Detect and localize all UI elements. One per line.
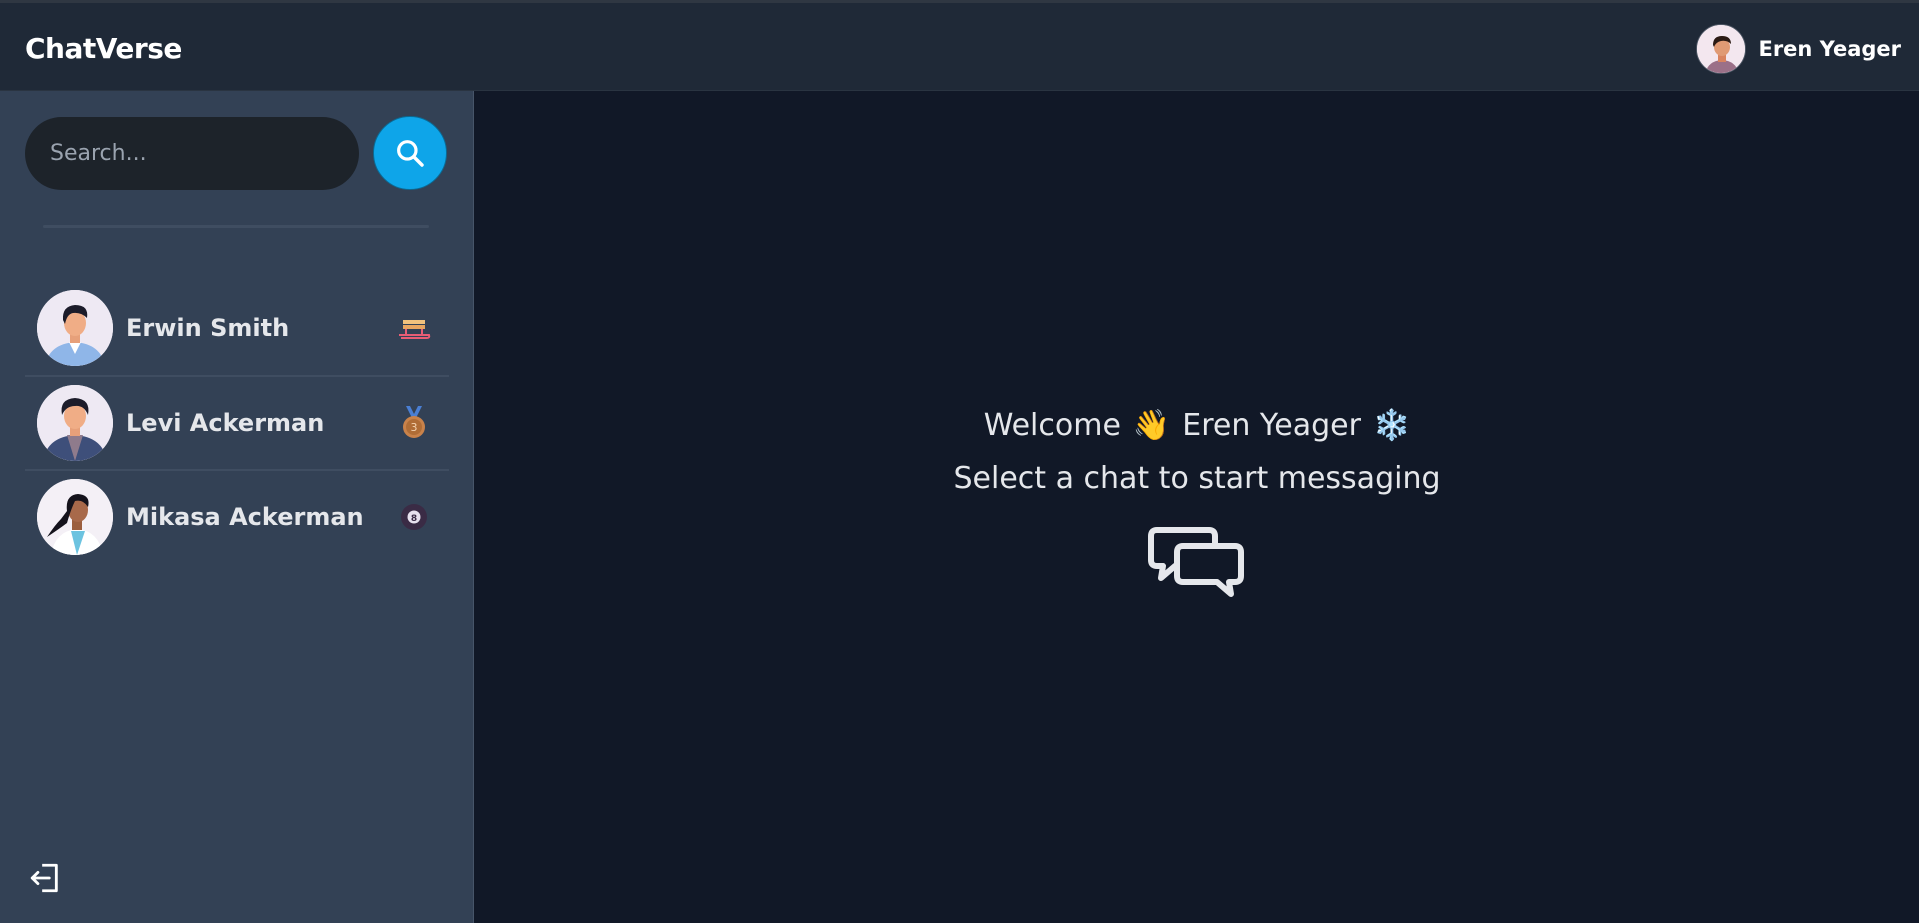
chat-bubbles-icon bbox=[1147, 524, 1247, 604]
svg-text:3: 3 bbox=[411, 421, 418, 434]
third-place-medal-icon: 3 bbox=[397, 406, 431, 440]
search-form bbox=[25, 116, 447, 190]
contact-item-levi-ackerman[interactable]: Levi Ackerman 3 bbox=[25, 375, 449, 469]
contact-item-erwin-smith[interactable]: Erwin Smith bbox=[25, 281, 449, 375]
logout-button[interactable] bbox=[28, 861, 62, 895]
current-user-name: Eren Yeager bbox=[1758, 37, 1901, 61]
search-input[interactable] bbox=[25, 116, 359, 190]
chat-main-panel: Welcome 👋 Eren Yeager ❄️ Select a chat t… bbox=[475, 91, 1919, 923]
sidebar: Erwin Smith bbox=[0, 91, 474, 923]
current-user-menu[interactable]: Eren Yeager bbox=[1696, 23, 1901, 75]
snowflake-icon: ❄️ bbox=[1372, 407, 1411, 443]
search-button[interactable] bbox=[373, 116, 447, 190]
search-icon bbox=[397, 140, 424, 167]
contact-name: Mikasa Ackerman bbox=[126, 503, 364, 531]
app-logo-title[interactable]: ChatVerse bbox=[25, 32, 182, 65]
sidebar-divider bbox=[43, 225, 429, 228]
pool-8-ball-icon: 8 bbox=[397, 500, 431, 534]
top-navbar: ChatVerse Eren Yeager bbox=[0, 0, 1919, 91]
waving-hand-icon: 👋 bbox=[1132, 407, 1171, 443]
contact-name: Levi Ackerman bbox=[126, 409, 325, 437]
avatar-image bbox=[37, 385, 113, 461]
avatar-image bbox=[37, 479, 113, 555]
logout-icon bbox=[30, 863, 58, 893]
welcome-text: Welcome bbox=[983, 407, 1121, 443]
contact-avatar bbox=[37, 385, 113, 461]
current-user-avatar[interactable] bbox=[1696, 24, 1747, 74]
contact-list: Erwin Smith Levi Ackerman 3 Mikasa Acker… bbox=[25, 281, 449, 563]
contact-item-mikasa-ackerman[interactable]: Mikasa Ackerman 8 bbox=[25, 469, 449, 563]
user-avatar-image bbox=[1697, 25, 1746, 73]
no-chat-selected-placeholder: Welcome 👋 Eren Yeager ❄️ Select a chat t… bbox=[475, 405, 1919, 604]
sled-icon bbox=[397, 311, 431, 345]
svg-text:8: 8 bbox=[411, 514, 417, 524]
contact-avatar bbox=[37, 479, 113, 555]
contact-name: Erwin Smith bbox=[126, 314, 290, 342]
avatar-image bbox=[37, 290, 113, 366]
welcome-user-name: Eren Yeager bbox=[1182, 407, 1361, 443]
select-chat-prompt: Select a chat to start messaging bbox=[953, 461, 1441, 496]
contact-avatar bbox=[37, 290, 113, 366]
welcome-message: Welcome 👋 Eren Yeager ❄️ bbox=[475, 405, 1919, 445]
